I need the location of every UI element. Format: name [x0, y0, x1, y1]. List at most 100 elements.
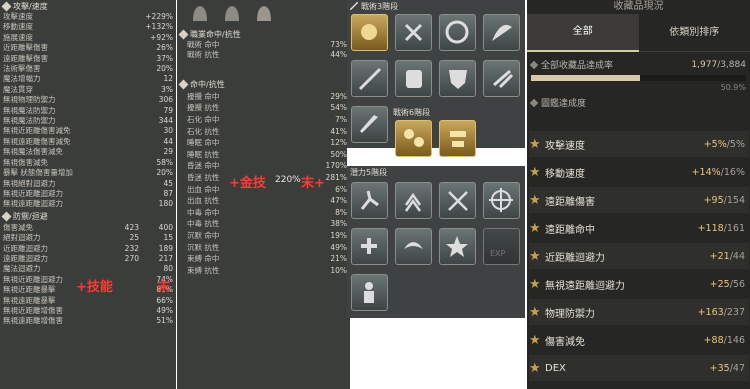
- skill-icon-ring[interactable]: [439, 14, 476, 51]
- codex-value: +5%/5%: [704, 139, 749, 150]
- section-header-codex: 圖鑑達成度: [527, 92, 750, 113]
- codex-current: +25: [709, 278, 730, 290]
- codex-row[interactable]: ★ 無視遠距離迴避力 +25/56: [529, 271, 749, 297]
- stat-row: 近距離迴避力 232 189: [3, 244, 173, 254]
- codex-row[interactable]: ★ 傷害減免 +88/146: [529, 327, 749, 353]
- skill-icon-gold-rune[interactable]: [439, 120, 476, 157]
- stat-value: 37%: [156, 53, 173, 63]
- stat-row: 中毒 抗性 38%: [187, 218, 347, 230]
- stat-label: 無視近距離增傷害: [3, 305, 63, 315]
- stat-row: 無視遠距離迴避力 180: [3, 199, 173, 209]
- skill-icon-wave[interactable]: [395, 228, 432, 265]
- skill-icon-up-arrows[interactable]: [395, 182, 432, 219]
- codex-max: /5%: [726, 138, 745, 150]
- skill-icon-arrows[interactable]: [483, 60, 520, 97]
- stat-value: 281%: [325, 172, 347, 182]
- diamond-icon: [529, 98, 539, 107]
- stat-value-b: 51%: [156, 316, 173, 326]
- stat-label: 無視絕對迴避力: [3, 178, 56, 188]
- codex-row[interactable]: ★ 攻擊速度 +5%/5%: [529, 131, 749, 157]
- skill-icon-blade[interactable]: [351, 106, 388, 143]
- codex-label: 傷害減免: [545, 336, 585, 348]
- stat-row: 擾攪 命中 29%: [187, 91, 347, 103]
- stat-row: 絕對迴避力 25 15: [3, 233, 173, 243]
- stat-label: 暴擊 狀態傷害量增加: [3, 168, 73, 178]
- stat-value-b: 66%: [156, 295, 173, 305]
- stat-row: 石化 抗性 41%: [187, 126, 347, 138]
- helmet-icon-row: [177, 0, 350, 28]
- tab-by-category[interactable]: 依類別排序: [639, 15, 750, 51]
- section-title: 攻擊/速度: [13, 1, 48, 11]
- codex-row[interactable]: ★ 遠距離傷害 +95/154: [529, 187, 749, 213]
- skill-icon-star-crest[interactable]: [439, 228, 476, 265]
- skill-icon-armor[interactable]: [395, 60, 432, 97]
- skill-icon-exp-locked[interactable]: EXP: [483, 228, 520, 265]
- stat-row: 無視物理防禦力 306: [3, 95, 173, 105]
- codex-current: +35: [709, 362, 730, 374]
- stat-label: 戰術 抗性: [187, 50, 220, 60]
- skill-icon-figure[interactable]: [351, 274, 388, 311]
- stat-label: 戰術 命中: [187, 40, 220, 49]
- stat-value: 58%: [156, 157, 173, 167]
- stat-value: 73%: [330, 40, 347, 49]
- stat-row: 無視近距離增傷害 49%: [3, 306, 173, 316]
- annotation-end: 末+: [301, 176, 325, 191]
- star-icon: ★: [529, 360, 541, 376]
- stat-label: 睡眠 命中: [187, 138, 220, 148]
- codex-row[interactable]: ★ 物理防禦力 +163/237: [529, 299, 749, 325]
- stage-title: 戰術6階段: [393, 106, 430, 118]
- stat-value-b: 15: [163, 233, 173, 243]
- codex-max: /47: [729, 362, 745, 374]
- codex-row[interactable]: ★ 遠距離命中 +118/161: [529, 215, 749, 241]
- skill-icon-plus-shield[interactable]: [351, 228, 388, 265]
- codex-row[interactable]: ★ 移動速度 +14%/16%: [529, 159, 749, 185]
- skill-icon-gold-orb[interactable]: [351, 14, 388, 51]
- codex-row[interactable]: ★ DEX +35/47: [529, 355, 749, 381]
- rate-label: 全部收藏品達成率: [541, 61, 614, 71]
- stat-label: 無視近距離迴避力: [3, 188, 63, 198]
- stat-value: 3%: [161, 84, 173, 94]
- stat-row: 束縛 抗性 10%: [187, 265, 347, 277]
- stat-row: 無視魔法防禦力 79: [3, 106, 173, 116]
- codex-label: 近距離迴避力: [545, 252, 605, 264]
- section-title: 命中/抗性: [190, 80, 225, 90]
- stat-row: 戰術 命中 73%: [187, 40, 347, 50]
- stat-label: 法術擊傷害: [3, 64, 41, 74]
- stat-row: 出血 抗性 47%: [187, 195, 347, 207]
- skill-icon-gold-flower[interactable]: [395, 120, 432, 157]
- codex-row[interactable]: ★ 近距離迴避力 +21/44: [529, 243, 749, 269]
- stat-value-a: 423: [124, 222, 139, 232]
- stat-row: 移動速度 +132%: [3, 22, 173, 32]
- stat-value-a: 232: [124, 243, 139, 253]
- codex-label: 移動速度: [545, 168, 585, 180]
- skill-icon-shield[interactable]: [439, 60, 476, 97]
- stat-value: 8%: [335, 207, 347, 217]
- stat-value: 21%: [330, 254, 347, 264]
- skill-icon-runner[interactable]: [351, 182, 388, 219]
- collection-tabs: 全部 依類別排序: [527, 14, 750, 52]
- stat-value-a: 270: [124, 253, 139, 263]
- codex-label: 遠距離傷害: [545, 196, 595, 208]
- star-icon: ★: [529, 164, 541, 180]
- codex-current: +118: [697, 222, 724, 234]
- stage-title: 戰術3階段: [347, 0, 525, 12]
- skill-icon-swords[interactable]: [439, 182, 476, 219]
- codex-label: 物理防禦力: [545, 308, 595, 320]
- skill-icon-cross[interactable]: [395, 14, 432, 51]
- skill-icon-wing[interactable]: [483, 14, 520, 51]
- stat-value: +132%: [145, 22, 173, 32]
- codex-value: +88/146: [704, 335, 749, 346]
- collection-title: 收藏品現況: [613, 1, 664, 12]
- stat-label: 無視遠距離迴避力: [3, 199, 63, 209]
- stat-label: 無視遠距離暴擊: [3, 295, 56, 305]
- stat-value-b: 189: [158, 243, 173, 253]
- stat-value: 50%: [330, 149, 347, 159]
- skill-icon-burst[interactable]: [483, 182, 520, 219]
- star-icon: ★: [529, 248, 541, 264]
- codex-current: +14%: [691, 166, 721, 178]
- codex-current: +5%: [703, 138, 727, 150]
- skill-icon-spear[interactable]: [351, 60, 388, 97]
- stat-label: 魔法貫穿: [3, 84, 33, 94]
- stat-label: 無視傷害減免: [3, 157, 48, 167]
- tab-all[interactable]: 全部: [527, 14, 639, 52]
